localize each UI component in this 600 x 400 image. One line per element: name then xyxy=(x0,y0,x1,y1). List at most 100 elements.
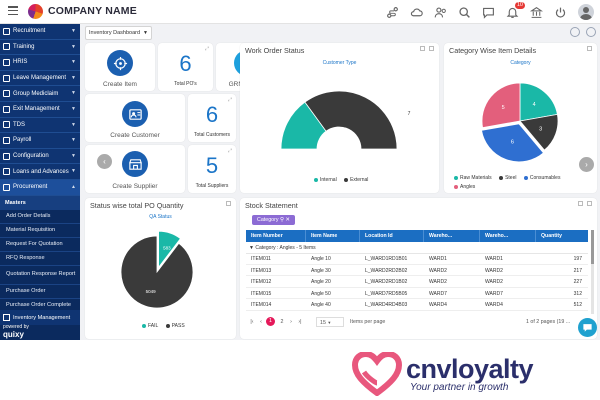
create-item-tile[interactable]: Create Item xyxy=(85,43,155,91)
legend-item-steel[interactable]: Steel xyxy=(499,174,516,182)
search-icon[interactable] xyxy=(457,5,472,20)
sidebar-item-tds[interactable]: TDS ▼ xyxy=(0,118,80,134)
tds-icon xyxy=(3,121,10,129)
dashboard-select[interactable]: Inventory Dashboard ▼ xyxy=(85,26,152,40)
chevron-down-icon: ▼ xyxy=(143,30,148,36)
page-summary: 1 of 2 pages (19 ... xyxy=(526,319,571,325)
chat-icon[interactable] xyxy=(481,5,496,20)
legend-item-consumables[interactable]: Consumables xyxy=(523,174,560,182)
caret-down-icon[interactable]: ▼ xyxy=(249,245,254,251)
sidebar-item-procurement[interactable]: Procurement ▲ xyxy=(0,179,80,196)
expand-icon[interactable] xyxy=(429,46,434,51)
refresh-icon[interactable] xyxy=(226,201,231,206)
procurement-icon xyxy=(3,183,10,191)
sidebar-item-label: Training xyxy=(13,43,35,50)
column-header[interactable]: Location Id xyxy=(360,230,424,242)
column-header[interactable]: Item Number xyxy=(246,230,306,242)
legend-item-raw-materials[interactable]: Raw Materials xyxy=(454,174,492,182)
routes-icon[interactable] xyxy=(385,5,400,20)
sidebar-subitem[interactable]: Add Order Details xyxy=(0,210,80,224)
sidebar-item-hris[interactable]: HRIS ▼ xyxy=(0,55,80,71)
legend-item-fail[interactable]: FAIL xyxy=(142,323,158,329)
refresh-icon[interactable] xyxy=(578,201,583,206)
legend-item-external[interactable]: External xyxy=(344,177,368,183)
next-page-icon[interactable]: › xyxy=(288,316,294,328)
chevron-down-icon: ▼ xyxy=(71,152,76,159)
cloud-icon[interactable] xyxy=(409,5,424,20)
create-supplier-tile[interactable]: Create Supplier xyxy=(85,145,185,193)
sidebar-item-group-mediclaim[interactable]: Group Mediclaim ▼ xyxy=(0,86,80,102)
filter-icon[interactable]: ⚲ xyxy=(280,217,284,223)
carousel-prev-button[interactable]: ‹ xyxy=(97,154,112,169)
table-cell: WARD1 xyxy=(485,256,503,262)
table-row[interactable]: ITEM012 Angle 20 L_WARD2RD1B02 WARD2 WARD2 22… xyxy=(246,278,588,288)
page-button[interactable]: 1 xyxy=(266,317,275,326)
legend-swatch xyxy=(314,178,318,182)
scrollbar-thumb[interactable] xyxy=(591,230,594,264)
table-row[interactable]: ITEM013 Angle 30 L_WARD2RD2B02 WARD2 WARD2 21… xyxy=(246,267,588,277)
exit-icon xyxy=(3,105,10,113)
sidebar-subitem[interactable]: RFQ Response xyxy=(0,252,80,266)
column-header[interactable]: Item Name xyxy=(306,230,360,242)
legend-label: Raw Materials xyxy=(460,175,492,181)
power-icon[interactable] xyxy=(553,5,568,20)
prev-page-icon[interactable]: ‹ xyxy=(258,316,264,328)
chevron-down-icon: ▼ xyxy=(71,74,76,81)
sidebar-item-configuration[interactable]: Configuration ▼ xyxy=(0,149,80,165)
sidebar-item-exit-management[interactable]: Exit Management ▼ xyxy=(0,102,80,118)
data-label: 583 xyxy=(163,245,171,250)
sidebar-subitem[interactable]: Quotation Response Report xyxy=(0,266,80,285)
sidebar-item-payroll[interactable]: Payroll ▼ xyxy=(0,133,80,149)
page-size-select[interactable]: 15 ▼ xyxy=(316,317,344,327)
group-by-chip[interactable]: Category ⚲ ✕ xyxy=(252,215,295,225)
table-row[interactable]: ITEM014 Angle 40 L_WARD4RD4B03 WARD4 WARD4 51… xyxy=(246,301,588,311)
table-cell: 312 xyxy=(573,290,582,297)
carousel-next-button[interactable]: › xyxy=(579,157,594,172)
notification-icon[interactable]: 10 xyxy=(505,1,525,20)
sidebar-subitem[interactable]: Purchase Order xyxy=(0,285,80,299)
expand-icon[interactable] xyxy=(587,201,592,206)
sidebar-item-training[interactable]: Training ▼ xyxy=(0,40,80,56)
sidebar-subitem[interactable]: Material Requisition xyxy=(0,224,80,238)
bank-icon[interactable] xyxy=(529,5,544,20)
refresh-icon[interactable] xyxy=(587,46,592,51)
column-header[interactable]: Wareho... xyxy=(480,230,536,242)
column-header[interactable]: Quantity xyxy=(536,230,588,242)
table-cell: WARD4 xyxy=(429,302,447,308)
refresh-icon[interactable] xyxy=(420,46,425,51)
table-scrollbar[interactable] xyxy=(591,230,594,314)
sidebar-item-loans-and-advances[interactable]: Loans and Advances ▼ xyxy=(0,164,80,180)
legend-swatch xyxy=(523,176,528,180)
sidebar-item-recruitment[interactable]: Recruitment ▼ xyxy=(0,24,80,40)
page-button[interactable]: 2 xyxy=(278,316,286,328)
table-cell: Angle 50 xyxy=(311,290,331,297)
chart-slice-pass[interactable] xyxy=(120,235,194,309)
data-label: 6 xyxy=(511,140,514,146)
refresh-icon[interactable] xyxy=(570,27,580,37)
legend-item-internal[interactable]: Internal xyxy=(314,177,337,183)
table-group-row[interactable]: ▼ Category : Angles - 5 Items xyxy=(246,242,588,254)
close-icon[interactable]: ✕ xyxy=(285,217,289,223)
legend-item-pass[interactable]: PASS xyxy=(165,323,185,329)
items-per-page-label: Items per page xyxy=(350,319,386,325)
total-customers-value: 6 xyxy=(205,102,219,127)
cnvloyalty-logo: cnvloyalty Your partner in growth xyxy=(350,350,600,400)
sidebar-subitem[interactable]: Request For Quotation xyxy=(0,238,80,252)
column-header[interactable]: Wareho... xyxy=(424,230,480,242)
first-page-icon[interactable]: |‹ xyxy=(248,316,256,328)
legend-item-angles[interactable]: Angles xyxy=(454,183,475,191)
table-row[interactable]: ITEM015 Angle 50 L_WARD7RD5B05 WARD7 WARD7 31… xyxy=(246,290,588,300)
menu-icon[interactable] xyxy=(8,6,18,16)
sidebar-item-inventory-management[interactable]: Inventory Management xyxy=(0,310,80,325)
create-customer-icon xyxy=(122,101,148,127)
chevron-down-icon: ▼ xyxy=(71,168,76,175)
sidebar-item-leave-management[interactable]: Leave Management ▼ xyxy=(0,71,80,87)
sidebar-item-label: Payroll xyxy=(13,137,32,144)
last-page-icon[interactable]: ›| xyxy=(296,316,304,328)
users-icon[interactable] xyxy=(433,5,448,20)
create-customer-tile[interactable]: Create Customer xyxy=(85,94,185,142)
avatar[interactable] xyxy=(578,4,594,20)
table-row[interactable]: ITEM011 Angle 10 L_WARD1RD1B01 WARD1 WARD1 19… xyxy=(246,255,588,265)
settings-icon[interactable] xyxy=(586,27,596,37)
chat-button[interactable] xyxy=(578,318,597,337)
